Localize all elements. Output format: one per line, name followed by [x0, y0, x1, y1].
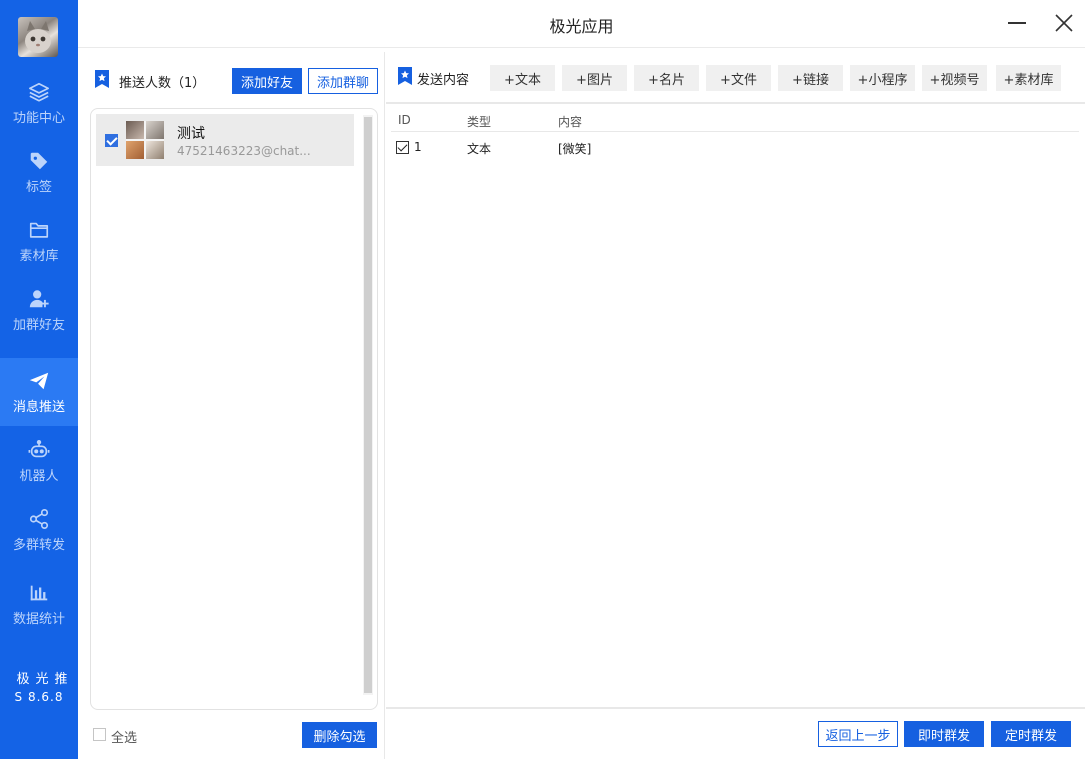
row-checkbox[interactable]	[396, 141, 409, 154]
add-friend-button[interactable]: 添加好友	[232, 68, 302, 94]
nav-label: 数据统计	[12, 611, 65, 627]
nav-label: 功能中心	[12, 110, 65, 126]
robot-icon	[28, 439, 50, 457]
sidebar: 功能中心 标签 素材库 加群好友 消息推送 机器人 多群转发 数据统计 极光推 …	[0, 0, 78, 759]
nav-add-group-friends[interactable]: 加群好友	[0, 276, 78, 344]
layers-icon	[29, 82, 49, 102]
add-file-button[interactable]: +文件	[706, 65, 771, 91]
row-type: 文本	[467, 142, 492, 156]
nav-label: 素材库	[19, 248, 59, 264]
brand-name: 极光推	[16, 672, 74, 687]
add-image-button[interactable]: +图片	[562, 65, 627, 91]
nav-data-statistics[interactable]: 数据统计	[0, 570, 78, 638]
table-header-divider	[391, 131, 1079, 132]
contact-name: 测试	[177, 126, 205, 142]
nav-tags[interactable]: 标签	[0, 138, 78, 206]
column-header-type: 类型	[467, 115, 492, 129]
contact-id: 47521463223@chat...	[177, 144, 311, 158]
bookmark-star-icon	[95, 70, 109, 88]
folder-icon	[29, 222, 49, 238]
send-content-panel: 发送内容 +文本 +图片 +名片 +文件 +链接 +小程序 +视频号 +素材库 …	[386, 52, 1085, 759]
nav-label: 多群转发	[12, 537, 65, 553]
column-header-content: 内容	[558, 115, 583, 129]
bar-chart-icon	[30, 585, 48, 600]
send-icon	[29, 372, 49, 389]
bookmark-star-icon	[398, 67, 412, 85]
footer-divider	[386, 707, 1085, 709]
send-scheduled-button[interactable]: 定时群发	[991, 721, 1071, 747]
contact-checkbox[interactable]	[105, 134, 118, 147]
select-all-checkbox[interactable]	[93, 728, 106, 741]
scrollbar[interactable]	[363, 115, 373, 695]
add-material-button[interactable]: +素材库	[996, 65, 1061, 91]
close-icon[interactable]	[1055, 14, 1073, 32]
add-card-button[interactable]: +名片	[634, 65, 699, 91]
tag-icon	[30, 152, 48, 169]
row-content: [微笑]	[558, 142, 592, 156]
title-bar: 极光应用	[78, 0, 1085, 48]
window-title: 极光应用	[549, 17, 614, 36]
add-link-button[interactable]: +链接	[778, 65, 843, 91]
user-add-icon	[29, 289, 49, 307]
add-text-button[interactable]: +文本	[490, 65, 555, 91]
select-all-label[interactable]: 全选	[111, 727, 137, 746]
toolbar-divider	[386, 102, 1085, 104]
nav-message-push[interactable]: 消息推送	[0, 358, 78, 426]
nav-material-library[interactable]: 素材库	[0, 207, 78, 275]
nav-label: 消息推送	[12, 399, 65, 415]
add-group-chat-button[interactable]: 添加群聊	[308, 68, 378, 94]
add-channels-button[interactable]: +视频号	[922, 65, 987, 91]
add-mini-program-button[interactable]: +小程序	[850, 65, 915, 91]
minimize-icon[interactable]	[1008, 22, 1026, 24]
nav-robot[interactable]: 机器人	[0, 427, 78, 495]
list-item[interactable]: 测试 47521463223@chat...	[96, 114, 354, 166]
nav-multi-group-forward[interactable]: 多群转发	[0, 496, 78, 564]
nav-label: 机器人	[19, 468, 59, 484]
push-recipients-panel: 推送人数（1） 添加好友 添加群聊 测试 47521463223@chat...…	[78, 52, 385, 759]
send-now-button[interactable]: 即时群发	[904, 721, 984, 747]
app-version: S 8.6.8	[14, 690, 64, 704]
nav-label: 标签	[25, 179, 52, 195]
nav-label: 加群好友	[12, 317, 65, 333]
recipient-list: 测试 47521463223@chat...	[90, 108, 378, 710]
back-button[interactable]: 返回上一步	[818, 721, 898, 747]
send-content-title: 发送内容	[417, 73, 470, 88]
scrollbar-thumb[interactable]	[364, 117, 372, 693]
delete-selected-button[interactable]: 删除勾选	[302, 722, 377, 748]
nav-feature-center[interactable]: 功能中心	[0, 69, 78, 137]
recipient-count-title: 推送人数（1）	[119, 76, 206, 91]
column-header-id: ID	[398, 113, 411, 127]
row-id: 1	[414, 140, 422, 154]
user-avatar[interactable]	[18, 17, 58, 57]
share-icon	[29, 508, 49, 529]
group-avatar	[126, 121, 164, 159]
